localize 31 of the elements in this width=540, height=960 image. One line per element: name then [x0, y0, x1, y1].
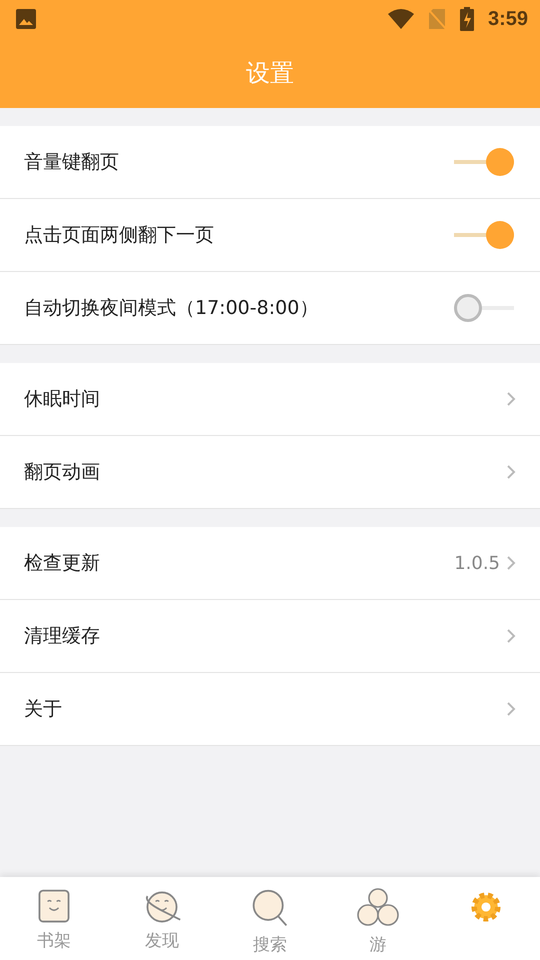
toggle-switch[interactable] — [454, 294, 514, 322]
settings-row[interactable]: 检查更新 1.0.5 — [0, 527, 540, 600]
row-label: 点击页面两侧翻下一页 — [24, 223, 215, 248]
battery-charging-icon — [460, 7, 474, 31]
row-label: 休眠时间 — [24, 387, 101, 412]
row-label: 自动切换夜间模式（17:00-8:00） — [24, 296, 320, 321]
chevron-icon — [506, 555, 516, 571]
settings-row[interactable]: 点击页面两侧翻下一页 — [0, 199, 540, 272]
settings-row[interactable]: 翻页动画 — [0, 436, 540, 509]
row-label: 关于 — [24, 697, 63, 722]
settings-row[interactable]: 休眠时间 — [0, 363, 540, 436]
row-label: 清理缓存 — [24, 624, 101, 649]
no-sim-icon — [428, 8, 446, 30]
chevron-icon — [506, 628, 516, 644]
toggle-switch[interactable] — [454, 148, 514, 176]
chevron-icon — [506, 464, 516, 480]
toggle-switch[interactable] — [454, 221, 514, 249]
settings-row[interactable]: 清理缓存 — [0, 600, 540, 673]
settings-row[interactable]: 自动切换夜间模式（17:00-8:00） — [0, 272, 540, 345]
page-title: 设置 — [246, 58, 294, 89]
wifi-icon — [388, 9, 414, 29]
version-value: 1.0.5 — [454, 552, 500, 574]
row-label: 翻页动画 — [24, 460, 101, 485]
status-time: 3:59 — [488, 8, 528, 30]
row-label: 音量键翻页 — [24, 150, 120, 175]
settings-row[interactable]: 音量键翻页 — [0, 126, 540, 199]
image-icon — [16, 9, 36, 29]
settings-row[interactable]: 关于 — [0, 673, 540, 746]
row-label: 检查更新 — [24, 551, 101, 576]
chevron-icon — [506, 391, 516, 407]
chevron-icon — [506, 701, 516, 717]
